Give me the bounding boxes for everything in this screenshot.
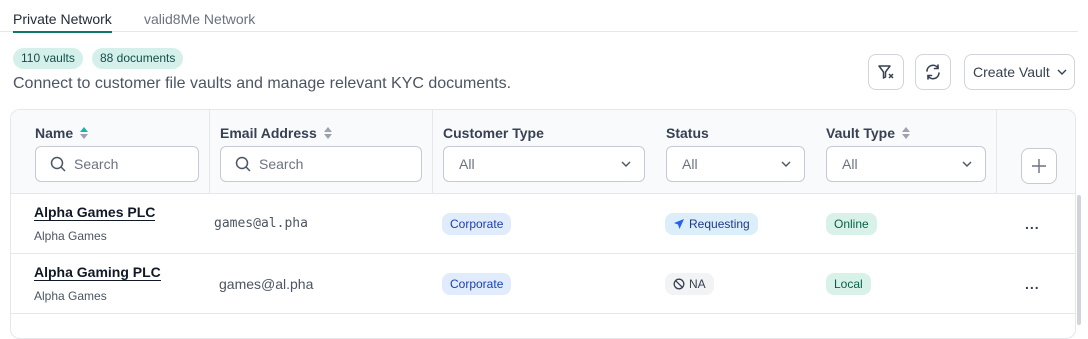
vault-type-badge: Online bbox=[826, 213, 877, 235]
column-divider bbox=[432, 110, 433, 194]
row-actions-button[interactable]: ... bbox=[1025, 276, 1040, 292]
customer-trading-name: Alpha Games bbox=[34, 229, 107, 243]
column-header-customer-type: Customer Type bbox=[443, 125, 544, 141]
documents-count-badge: 88 documents bbox=[92, 48, 184, 69]
scrollbar[interactable] bbox=[1077, 195, 1081, 325]
refresh-icon bbox=[926, 64, 940, 80]
status-badge: NA bbox=[665, 273, 714, 295]
send-icon bbox=[674, 219, 684, 229]
chevron-down-icon bbox=[1057, 69, 1067, 75]
sort-icon bbox=[901, 127, 910, 139]
status-label: NA bbox=[689, 277, 706, 291]
search-icon bbox=[235, 156, 251, 172]
add-column-button[interactable] bbox=[1021, 148, 1057, 184]
vault-type-selected: All bbox=[842, 156, 858, 172]
refresh-button[interactable] bbox=[915, 54, 951, 90]
name-search-input[interactable] bbox=[74, 156, 184, 172]
email-search-input[interactable] bbox=[259, 156, 369, 172]
clear-filters-button[interactable] bbox=[868, 54, 904, 90]
vault-type-select[interactable]: All bbox=[826, 146, 986, 182]
column-label-name: Name bbox=[35, 125, 74, 141]
tab-valid8me-network[interactable]: valid8Me Network bbox=[144, 10, 255, 28]
column-label-vault-type: Vault Type bbox=[826, 125, 895, 141]
create-vault-label: Create Vault bbox=[973, 64, 1050, 80]
customer-name-link[interactable]: Alpha Games PLC bbox=[34, 204, 156, 221]
customer-type-selected: All bbox=[459, 156, 475, 172]
customer-email: games@al.pha bbox=[214, 216, 308, 231]
customer-email: games@al.pha bbox=[219, 276, 314, 292]
name-search-field[interactable] bbox=[35, 146, 199, 182]
row-actions-button[interactable]: ... bbox=[1025, 216, 1040, 232]
vault-type-badge: Local bbox=[826, 273, 871, 295]
vaults-table: Name Email Address Customer Type All Sta… bbox=[10, 109, 1076, 339]
email-search-field[interactable] bbox=[220, 146, 422, 182]
page-subtitle: Connect to customer file vaults and mana… bbox=[13, 75, 512, 92]
column-divider bbox=[209, 110, 210, 194]
filter-clear-icon bbox=[878, 65, 894, 79]
column-label-status: Status bbox=[666, 125, 709, 141]
chevron-down-icon bbox=[962, 161, 972, 167]
customer-type-select[interactable]: All bbox=[443, 146, 645, 182]
customer-name-link[interactable]: Alpha Gaming PLC bbox=[34, 264, 161, 281]
vaults-count-badge: 110 vaults bbox=[13, 48, 83, 69]
status-select[interactable]: All bbox=[666, 146, 805, 182]
status-badge: Requesting bbox=[665, 213, 758, 235]
column-label-customer-type: Customer Type bbox=[443, 125, 544, 141]
plus-icon bbox=[1032, 159, 1046, 173]
column-header-name[interactable]: Name bbox=[35, 125, 89, 141]
customer-type-badge: Corporate bbox=[442, 213, 512, 235]
create-vault-button[interactable]: Create Vault bbox=[964, 54, 1075, 90]
customer-trading-name: Alpha Games bbox=[34, 289, 107, 303]
status-label: Requesting bbox=[689, 217, 750, 231]
column-header-vault-type[interactable]: Vault Type bbox=[826, 125, 911, 141]
chevron-down-icon bbox=[781, 161, 791, 167]
column-header-email[interactable]: Email Address bbox=[220, 125, 333, 141]
table-header: Name Email Address Customer Type All Sta… bbox=[11, 110, 1075, 194]
table-row[interactable]: Alpha Gaming PLC Alpha Games games@al.ph… bbox=[11, 254, 1075, 314]
customer-type-badge: Corporate bbox=[442, 273, 512, 295]
table-row[interactable]: Alpha Games PLC Alpha Games games@al.pha… bbox=[11, 194, 1075, 254]
tab-private-network[interactable]: Private Network bbox=[13, 10, 112, 33]
column-divider bbox=[996, 110, 997, 194]
column-header-status: Status bbox=[666, 125, 709, 141]
column-label-email: Email Address bbox=[220, 125, 317, 141]
search-icon bbox=[50, 156, 66, 172]
sort-ascending-icon bbox=[80, 127, 89, 139]
ban-icon bbox=[673, 278, 685, 290]
status-selected: All bbox=[682, 156, 698, 172]
sort-icon bbox=[323, 127, 332, 139]
chevron-down-icon bbox=[621, 161, 631, 167]
network-tabs: Private Network valid8Me Network bbox=[0, 0, 1078, 33]
